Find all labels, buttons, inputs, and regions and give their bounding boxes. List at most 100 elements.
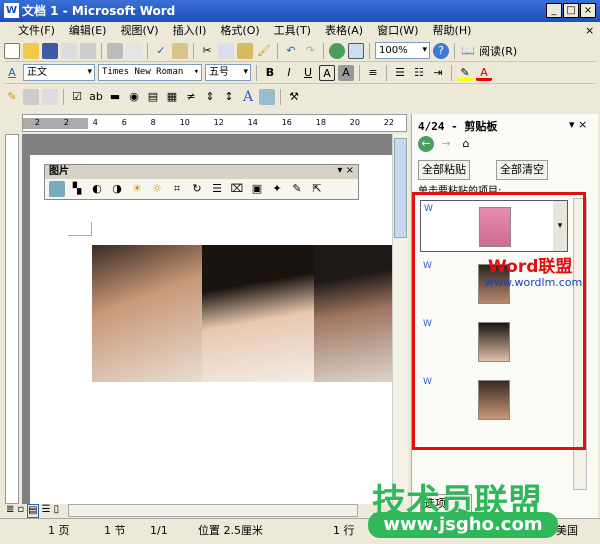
menu-edit[interactable]: 编辑(E) [69,22,107,40]
open-icon[interactable] [23,42,39,59]
less-contrast-icon[interactable]: ◑ [109,181,125,197]
spelling-icon[interactable]: ✓ [153,43,169,59]
horizontal-scrollbar[interactable] [68,504,359,517]
label-icon[interactable]: A [240,89,256,105]
close-button[interactable]: × [580,3,596,18]
bold-button[interactable]: B [262,65,278,81]
menu-insert[interactable]: 插入(I) [173,22,207,40]
listbox-icon[interactable]: ▤ [145,89,161,105]
highlight-icon[interactable]: ✎ [457,65,473,81]
email-icon[interactable] [80,42,96,59]
print-preview-icon[interactable] [126,42,142,59]
style-select[interactable]: 正文 [23,64,95,81]
paste-all-button[interactable]: 全部粘贴 [418,160,470,180]
menu-window[interactable]: 窗口(W) [377,22,418,40]
text-wrap-icon[interactable]: ▣ [249,181,265,197]
horizontal-ruler[interactable]: 2 2 4 6 8 10 12 14 16 18 20 22 [22,114,407,132]
shading-icon[interactable] [23,89,39,105]
cut-icon[interactable]: ✂ [199,43,215,59]
spinner-icon[interactable]: ⇕ [202,89,218,105]
menu-format[interactable]: 格式(O) [220,22,259,40]
image-control-icon[interactable] [259,89,275,105]
picture-toolbar-close[interactable]: ▾ × [337,165,354,176]
char-border-button[interactable]: A [319,64,335,81]
photo-3[interactable] [314,245,392,382]
new-icon[interactable] [4,42,20,59]
textfield-icon[interactable]: ab [88,89,104,105]
option-icon[interactable]: ◉ [126,89,142,105]
ruler-tick: 8 [150,118,156,127]
size-select[interactable]: 五号 [205,64,251,81]
picture-toolbar: 图片 ▾ × ▚ ◐ ◑ ☀ ☼ ⌗ ↻ ☰ ⌧ ▣ ✦ ✎ ⇱ [44,164,359,200]
italic-button[interactable]: I [281,65,297,81]
numbering-icon[interactable]: ☰ [392,65,408,81]
less-brightness-icon[interactable]: ☼ [149,181,165,197]
hyperlink-icon[interactable] [329,42,345,59]
photo-2[interactable] [202,245,314,382]
reading-view-icon[interactable]: ▯ [54,504,60,518]
font-select[interactable]: Times New Roman [98,64,202,81]
menu-file[interactable]: 文件(F) [18,22,55,40]
help-icon[interactable]: ? [433,42,449,59]
tools-icon[interactable]: ⚒ [286,89,302,105]
checkbox-icon[interactable]: ☑ [69,89,85,105]
print-icon[interactable] [107,42,123,59]
compress-icon[interactable]: ⌧ [229,181,245,197]
pane-close-button[interactable]: ▾ × [569,118,587,131]
font-color-button[interactable]: A [476,65,492,81]
more-contrast-icon[interactable]: ◐ [89,181,105,197]
photo-1[interactable] [92,245,202,382]
reset-icon[interactable] [42,89,58,105]
scrollbar-icon[interactable]: ↕ [221,89,237,105]
toggle-icon[interactable]: ≠ [183,89,199,105]
paste-icon[interactable] [237,42,253,59]
print-view-icon[interactable]: ▤ [27,504,39,518]
align-center-icon[interactable]: ≡ [365,65,381,81]
rotate-icon[interactable]: ↻ [189,181,205,197]
web-view-icon[interactable]: ▫ [17,504,24,518]
home-icon[interactable]: ⌂ [458,136,474,152]
maximize-button[interactable]: □ [563,3,579,18]
forward-icon[interactable]: → [438,136,454,152]
indent-icon[interactable]: ⇥ [430,65,446,81]
clear-all-button[interactable]: 全部清空 [496,160,548,180]
vertical-ruler[interactable] [5,134,19,504]
bullets-icon[interactable]: ☷ [411,65,427,81]
zoom-select[interactable]: 100% [375,42,430,59]
menu-view[interactable]: 视图(V) [120,22,158,40]
line-style-icon[interactable]: ☰ [209,181,225,197]
normal-view-icon[interactable]: ≣ [6,504,14,518]
combobox-icon[interactable]: ▦ [164,89,180,105]
read-button[interactable]: 阅读(R) [479,43,517,59]
back-icon[interactable]: ← [418,136,434,152]
reset-picture-icon[interactable]: ⇱ [309,181,325,197]
styles-icon[interactable]: A [4,65,20,81]
color-icon[interactable]: ▚ [69,181,85,197]
copy-icon[interactable] [218,42,234,59]
formatting-toolbar: A 正文 Times New Roman 五号 B I U A A ≡ ☰ ☷ … [4,62,596,84]
menu-help[interactable]: 帮助(H) [433,22,472,40]
menu-tools[interactable]: 工具(T) [274,22,311,40]
vertical-scrollbar[interactable] [392,134,408,504]
underline-button[interactable]: U [300,65,316,81]
doc-close-button[interactable]: × [585,24,594,37]
draw-icon[interactable]: ✎ [4,89,20,105]
minimize-button[interactable]: _ [546,3,562,18]
crop-icon[interactable]: ⌗ [169,181,185,197]
outline-view-icon[interactable]: ☰ [42,504,51,518]
research-icon[interactable] [172,42,188,59]
table-icon[interactable] [348,42,364,59]
permission-icon[interactable] [61,42,77,59]
transparent-color-icon[interactable]: ✎ [289,181,305,197]
menu-table[interactable]: 表格(A) [325,22,363,40]
save-icon[interactable] [42,42,58,59]
button-control-icon[interactable]: ▬ [107,89,123,105]
format-picture-icon[interactable]: ✦ [269,181,285,197]
insert-picture-icon[interactable] [49,181,65,197]
char-shading-button[interactable]: A [338,64,354,81]
word-app-icon: W [4,3,19,18]
undo-icon[interactable]: ↶ [283,43,299,59]
redo-icon[interactable]: ↷ [302,43,318,59]
format-painter-icon[interactable]: 🖌 [256,43,272,59]
more-brightness-icon[interactable]: ☀ [129,181,145,197]
